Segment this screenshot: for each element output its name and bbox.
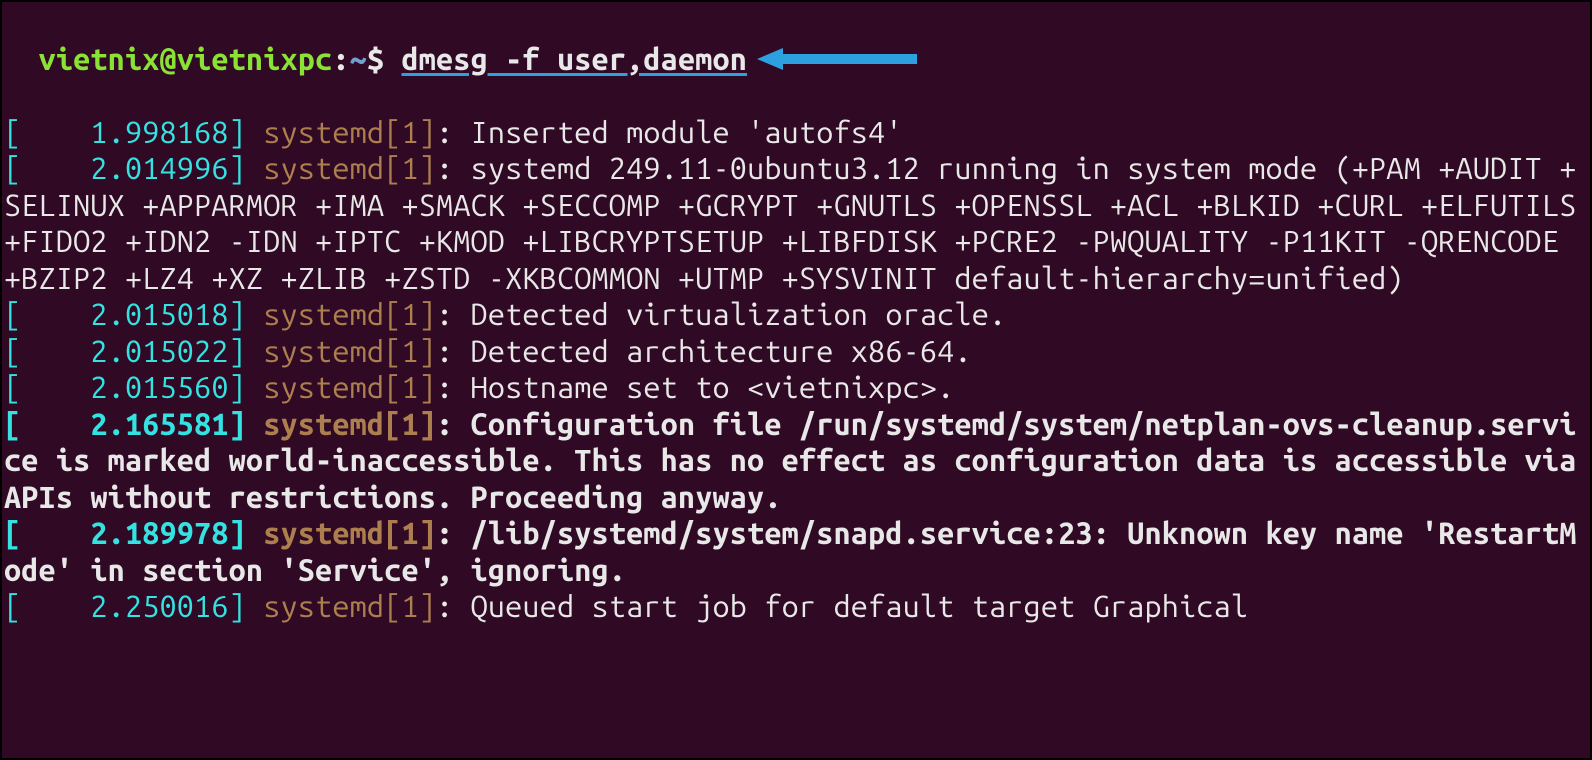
log-line: [ 2.250016] systemd[1]: Queued start job… xyxy=(4,588,1588,625)
bracket-open: [ xyxy=(4,334,21,368)
timestamp: 2.250016 xyxy=(21,589,228,623)
prompt-line: vietnix@vietnixpc:~$ dmesg -f user,daemo… xyxy=(39,42,918,76)
timestamp: 2.015018 xyxy=(21,297,228,331)
process-name: systemd[1] xyxy=(263,407,436,441)
process-name: systemd[1] xyxy=(263,151,436,185)
log-lines: [ 1.998168] systemd[1]: Inserted module … xyxy=(4,114,1588,625)
bracket-close: ] xyxy=(229,589,264,623)
bracket-close: ] xyxy=(229,297,264,331)
log-line: [ 2.189978] systemd[1]: /lib/systemd/sys… xyxy=(4,515,1588,588)
message-text: Detected virtualization oracle. xyxy=(471,297,1007,331)
terminal-output[interactable]: vietnix@vietnixpc:~$ dmesg -f user,daemo… xyxy=(2,2,1590,663)
prompt-at: @ xyxy=(160,42,177,76)
bracket-open: [ xyxy=(4,297,21,331)
bracket-close: ] xyxy=(229,370,264,404)
log-line: [ 2.165581] systemd[1]: Configuration fi… xyxy=(4,406,1588,516)
prompt-colon: : xyxy=(332,42,349,76)
process-name: systemd[1] xyxy=(263,589,436,623)
prompt-user: vietnix xyxy=(39,42,160,76)
bracket-open: [ xyxy=(4,589,21,623)
separator: : xyxy=(436,370,471,404)
bracket-open: [ xyxy=(4,115,21,149)
process-name: systemd[1] xyxy=(263,297,436,331)
log-line: [ 2.015560] systemd[1]: Hostname set to … xyxy=(4,369,1588,406)
arrow-left-icon xyxy=(757,48,917,70)
timestamp: 2.014996 xyxy=(21,151,228,185)
process-name: systemd[1] xyxy=(263,334,436,368)
prompt-host: vietnixpc xyxy=(177,42,333,76)
bracket-close: ] xyxy=(229,516,264,550)
process-name: systemd[1] xyxy=(263,370,436,404)
timestamp: 2.015560 xyxy=(21,370,228,404)
message-text: Hostname set to <vietnixpc>. xyxy=(471,370,955,404)
command-text: dmesg -f user,daemon xyxy=(401,42,747,76)
log-line: [ 2.014996] systemd[1]: systemd 249.11-0… xyxy=(4,150,1588,296)
bracket-close: ] xyxy=(229,407,264,441)
bracket-close: ] xyxy=(229,334,264,368)
message-text: Queued start job for default target Grap… xyxy=(471,589,1249,623)
separator: : xyxy=(436,407,471,441)
bracket-open: [ xyxy=(4,516,21,550)
bracket-close: ] xyxy=(229,151,264,185)
prompt-path: ~ xyxy=(350,42,367,76)
timestamp: 1.998168 xyxy=(21,115,228,149)
message-text: Detected architecture x86-64. xyxy=(471,334,972,368)
timestamp: 2.015022 xyxy=(21,334,228,368)
log-line: [ 1.998168] systemd[1]: Inserted module … xyxy=(4,114,1588,151)
bracket-open: [ xyxy=(4,151,21,185)
separator: : xyxy=(436,334,471,368)
process-name: systemd[1] xyxy=(263,115,436,149)
prompt-dollar: $ xyxy=(367,42,402,76)
timestamp: 2.165581 xyxy=(21,407,228,441)
separator: : xyxy=(436,589,471,623)
separator: : xyxy=(436,516,471,550)
log-line: [ 2.015018] systemd[1]: Detected virtual… xyxy=(4,296,1588,333)
message-text: Inserted module 'autofs4' xyxy=(471,115,903,149)
process-name: systemd[1] xyxy=(263,516,436,550)
separator: : xyxy=(436,297,471,331)
log-line: [ 2.015022] systemd[1]: Detected archite… xyxy=(4,333,1588,370)
separator: : xyxy=(436,115,471,149)
separator: : xyxy=(436,151,471,185)
timestamp: 2.189978 xyxy=(21,516,228,550)
bracket-close: ] xyxy=(229,115,264,149)
bracket-open: [ xyxy=(4,370,21,404)
bracket-open: [ xyxy=(4,407,21,441)
